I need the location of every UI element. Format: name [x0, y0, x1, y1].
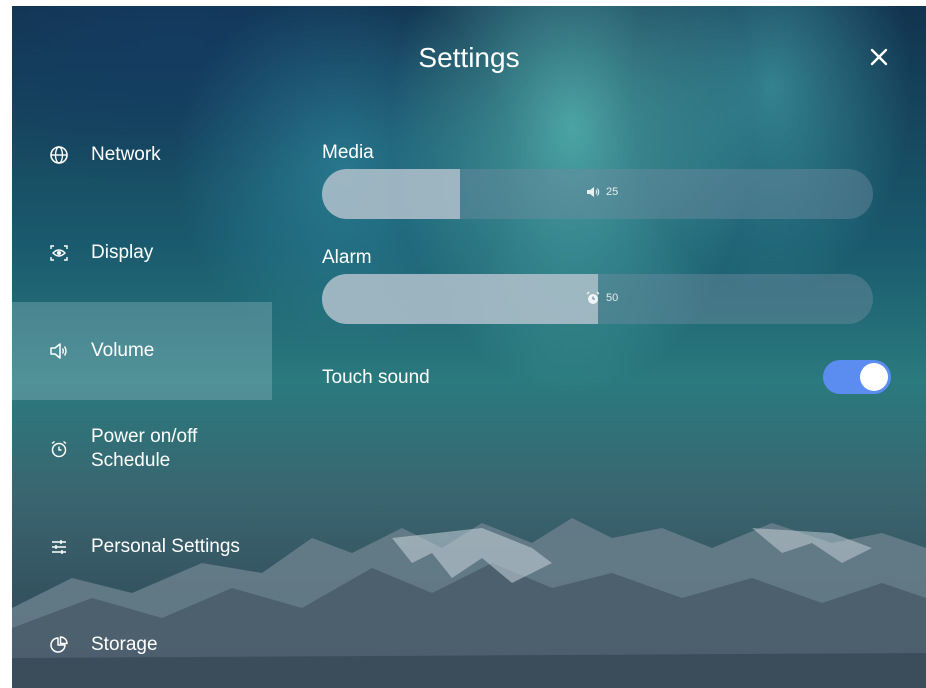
sidebar-item-label: Volume	[91, 340, 155, 361]
settings-screen: Settings Network Display Volume Power on…	[12, 6, 926, 688]
media-volume-readout: 25	[586, 186, 618, 198]
sidebar-item-label: Power on/off Schedule	[91, 426, 198, 471]
sidebar-item-label: Personal Settings	[91, 536, 240, 557]
touch-sound-toggle[interactable]	[823, 360, 891, 394]
sidebar-item-storage[interactable]: Storage	[12, 596, 272, 688]
sidebar-item-power-schedule[interactable]: Power on/off Schedule	[12, 400, 272, 498]
sliders-icon	[48, 536, 70, 558]
toggle-knob	[860, 363, 888, 391]
alarm-volume-value: 50	[606, 292, 619, 304]
pie-chart-icon	[48, 634, 70, 656]
page-title: Settings	[418, 42, 520, 73]
media-volume-label: Media	[322, 142, 374, 163]
alarm-volume-readout: 50	[586, 291, 618, 305]
eye-icon	[48, 242, 70, 264]
sidebar-item-volume[interactable]: Volume	[12, 302, 272, 400]
globe-icon	[48, 144, 70, 166]
speaker-icon	[48, 340, 70, 362]
alarm-volume-label: Alarm	[322, 247, 372, 268]
touch-sound-label: Touch sound	[322, 367, 430, 388]
sidebar-item-personal-settings[interactable]: Personal Settings	[12, 498, 272, 596]
sidebar-item-network[interactable]: Network	[12, 106, 272, 204]
sidebar-item-label: Network	[91, 144, 161, 165]
alarm-clock-icon	[586, 291, 600, 304]
sidebar-item-label: Storage	[91, 634, 158, 655]
speaker-icon	[587, 187, 600, 197]
media-volume-value: 25	[606, 186, 619, 198]
media-volume-slider[interactable]: 25	[322, 169, 873, 219]
sidebar-item-display[interactable]: Display	[12, 204, 272, 302]
close-icon	[870, 48, 888, 66]
alarm-volume-fill	[322, 274, 598, 324]
alarm-volume-slider[interactable]: 50	[322, 274, 873, 324]
media-volume-fill	[322, 169, 460, 219]
alarm-clock-icon	[48, 438, 70, 460]
close-button[interactable]	[864, 42, 894, 72]
sidebar-item-label: Display	[91, 242, 154, 263]
